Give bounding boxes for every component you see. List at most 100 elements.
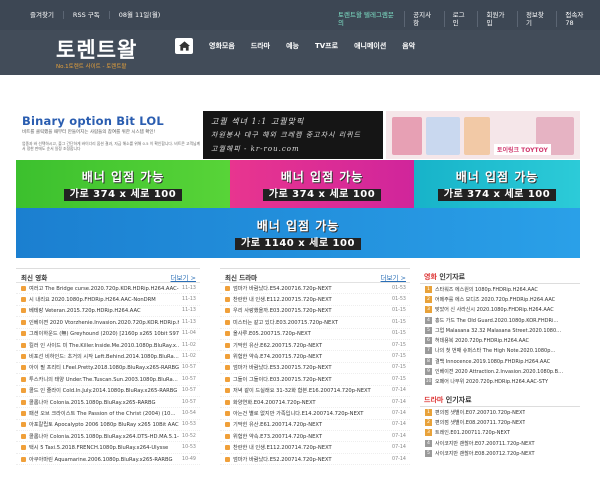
list-item[interactable]: 기막힌 유산.E61.200714.720p-NEXT 07-14 <box>220 420 410 432</box>
list-item-title[interactable]: 패션 오브 크라이스트 The Passion of the Christ (2… <box>29 410 179 417</box>
list-item-title[interactable]: 엄마가 바람났다.E52.200714.720p-NEXT <box>233 456 389 463</box>
ranked-item[interactable]: 8 결백 Innocence.2019.1080p.FHDRip.H264.AAC <box>420 356 580 366</box>
list-item[interactable]: 찬란한 내 인생.E112.200715.720p-NEXT 01-53 <box>220 294 410 306</box>
list-item[interactable]: 그레이하운드 (無) Greyhound (2020) [2160p x265 … <box>16 329 200 340</box>
latest-movies-more-link[interactable]: 더보기 > <box>171 272 196 282</box>
list-item[interactable]: 패션 오브 크라이스트 The Passion of the Christ (2… <box>16 408 200 420</box>
list-item-title[interactable]: 시 내리요 2020.1080p.FHDRip.H264.AAC-NonDRM <box>29 296 179 303</box>
ranked-item-title[interactable]: 나의 첫 번째 슈퍼스타 The High Note.2020.1080p… <box>435 347 555 354</box>
list-item-title[interactable]: 아이 필 프리티 I.Feel.Pretty.2018.1080p.BluRay… <box>29 364 179 371</box>
ranked-item-title[interactable]: 사이코지만 괜찮아.E07.200711.720p-NEXT <box>435 440 535 447</box>
list-item-title[interactable]: 엄마가 바람났다.E53.200715.720p-NEXT <box>233 364 389 371</box>
ranked-item-title[interactable]: 편의점 샛별이.E08.200711.720p-NEXT <box>435 419 525 426</box>
top-link-left[interactable]: 08월 11일(월) <box>110 11 170 19</box>
top-link-right[interactable]: 회원가입 <box>478 11 518 27</box>
list-item[interactable]: 엄마가 바람났다.E54.200716.720p-NEXT 01-53 <box>220 283 410 295</box>
ranked-item[interactable]: 4 사이코지만 괜찮아.E07.200711.720p-NEXT <box>420 438 580 448</box>
list-item[interactable]: 베테랑 Veteran.2015.720p.HDRip.H264.AAC 11-1… <box>16 306 200 318</box>
list-item[interactable]: 택시 5 Taxi.5.2018.FRENCH.1080p.BluRay.x26… <box>16 442 200 454</box>
ranked-item[interactable]: 2 편의점 샛별이.E08.200711.720p-NEXT <box>420 417 580 427</box>
ranked-item[interactable]: 10 오페어 나무위 2020.720p.HDRip.H264.AAC-STY <box>420 377 580 387</box>
list-item[interactable]: 저녁 같이 드실래요 31-32화 합본.E16.200714.720p-NEX… <box>220 386 410 397</box>
list-item-title[interactable]: 그레이하운드 (無) Greyhound (2020) [2160p x265 … <box>29 330 179 337</box>
list-item-title[interactable]: 찬란한 내 인생.E112.200715.720p-NEXT <box>233 296 389 303</box>
ranked-item-title[interactable]: 스타워즈 에스원의 1080p.FHDRip.H264.AAC <box>435 286 538 293</box>
list-item-title[interactable]: 여러고 The Bridge curse.2020.720p.KOR.HDRip… <box>29 285 179 292</box>
list-item[interactable]: 투스카니의 태양 Under.The.Tuscan.Sun.2003.1080p… <box>16 374 200 386</box>
ranked-item-title[interactable]: 홍드 가드 The Old Guard.2020.1080p.KOR.FHDRi… <box>435 317 558 324</box>
list-item[interactable]: 그들이 그들이다.E03.200715.720p-NEXT 07-15 <box>220 374 410 386</box>
list-item-title[interactable]: 아포칼립토 Apocalypto 2006 1080p BluRay x265 … <box>29 421 179 428</box>
list-item-title[interactable]: 택시 5 Taxi.5.2018.FRENCH.1080p.BluRay.x26… <box>29 444 179 451</box>
ranked-item[interactable]: 3 트레인.E01.200711.720p-NEXT <box>420 428 580 438</box>
site-logo[interactable]: 토렌트왈 <box>56 34 137 64</box>
list-item-title[interactable]: 위험한 약속.E73.200714.720p-NEXT <box>233 433 389 440</box>
home-button[interactable] <box>175 38 193 54</box>
list-item[interactable]: 킬러 인 사이드 미 The.Killer.Inside.Me.2010.108… <box>16 340 200 352</box>
ranked-item[interactable]: 5 사이코지만 괜찮아.E08.200712.720p-NEXT <box>420 448 580 458</box>
ranked-item[interactable]: 6 허데용복 2020.720p.FHDRip.H264.AAC <box>420 335 580 345</box>
nav-item[interactable]: 애니메이션 <box>354 38 386 54</box>
list-item-title[interactable]: 화양연화.E04.200714.720p-NEXT <box>233 399 389 406</box>
banner-slot-pink[interactable]: 배너 입점 가능 가로 374 x 세로 100 <box>230 160 414 208</box>
list-item-title[interactable]: 엄마가 바람났다.E54.200716.720p-NEXT <box>233 285 389 292</box>
list-item-title[interactable]: 찬란한 내 인생.E112.200714.720p-NEXT <box>233 444 389 451</box>
top-link-right[interactable]: 로그인 <box>445 11 479 27</box>
banner-slot-wide[interactable]: 배너 입점 가능 가로 1140 x 세로 100 <box>16 208 580 258</box>
ranked-item-title[interactable]: 인베이젼 2020 Attraction.2.Invasion.2020.108… <box>435 368 563 375</box>
list-item[interactable]: 콜롬나아 Colonia.2015.1080p.BluRay.x264.DTS-… <box>16 431 200 443</box>
banner-slot-teal[interactable]: 배너 입점 가능 가로 374 x 세로 100 <box>414 160 580 208</box>
list-item-title[interactable]: 콜롬나아 Colonia.2015.1080p.BluRay.x265-RARB… <box>29 399 179 406</box>
nav-item[interactable]: 음악 <box>402 38 415 54</box>
ranked-item[interactable]: 1 스타워즈 에스원의 1080p.FHDRip.H264.AAC <box>420 284 580 294</box>
list-item-title[interactable]: 투스카니의 태양 Under.The.Tuscan.Sun.2003.1080p… <box>29 376 179 383</box>
ranked-item-title[interactable]: 편의점 샛별이.E07.200710.720p-NEXT <box>435 409 525 416</box>
list-item-title[interactable]: 기막힌 유산.E62.200715.720p-NEXT <box>233 342 389 349</box>
list-item-title[interactable]: 인베이젼 2020 Vtorzhenie.Invasion.2020.720p.… <box>29 319 179 326</box>
list-item[interactable]: 위험한 약속.E73.200714.720p-NEXT 07-14 <box>220 431 410 443</box>
top-link-right[interactable]: 공지사항 <box>405 11 445 27</box>
ranked-item-title[interactable]: 사이코지만 괜찮아.E08.200712.720p-NEXT <box>435 450 535 457</box>
list-item[interactable]: 미스터는 같고 있다.E03.200715.720p-NEXT 01-15 <box>220 317 410 329</box>
list-item-title[interactable]: 아쿠아마린 Aquamarine.2006.1080p.BluRay.x265-… <box>29 456 179 463</box>
nav-item[interactable]: 드라마 <box>251 38 270 54</box>
list-item[interactable]: 화양연화.E04.200714.720p-NEXT 07-14 <box>220 397 410 409</box>
banner-slot-green[interactable]: 배너 입점 가능 가로 374 x 세로 100 <box>16 160 230 208</box>
list-item-title[interactable]: 미스터는 같고 있다.E03.200715.720p-NEXT <box>233 319 389 326</box>
ranked-item[interactable]: 5 그업 Malasana 32.32 Malasana Street.2020.… <box>420 325 580 335</box>
list-item-title[interactable]: 비포선 비하인드: 초거의 시작 Left.Behind.2014.1080p.… <box>29 353 179 360</box>
list-item[interactable]: 콜롬나아 Colonia.2015.1080p.BluRay.x265-RARB… <box>16 397 200 409</box>
list-item[interactable]: 콜드 인 줄라이 Cold.In.July.2014.1080p.BluRay.… <box>16 386 200 397</box>
top-link-left[interactable]: RSS 구독 <box>64 11 110 19</box>
top-link-right[interactable]: 접속자 78 <box>557 11 600 27</box>
list-item-title[interactable]: 아는건 별로 없지만 가족입니다.E14.200714.720p-NEXT <box>233 410 389 417</box>
ad-binary-option[interactable]: Binary option Bit LOL 비트를 클릭했을 때부터 만들어지는… <box>16 111 201 159</box>
ranked-item-title[interactable]: 트레인.E01.200711.720p-NEXT <box>435 429 510 436</box>
list-item-title[interactable]: 킬러 인 사이드 미 The.Killer.Inside.Me.2010.108… <box>29 342 179 349</box>
top-link-left[interactable]: 즐겨찾기 <box>30 11 64 19</box>
list-item[interactable]: 여러고 The Bridge curse.2020.720p.KOR.HDRip… <box>16 283 200 295</box>
ranked-item[interactable]: 3 맞았어 신 사라신시 2020.1080p.FHDRip.H264.AAC <box>420 305 580 315</box>
list-item[interactable]: 찬란한 내 인생.E112.200714.720p-NEXT 07-14 <box>220 442 410 454</box>
ranked-item[interactable]: 1 편의점 샛별이.E07.200710.720p-NEXT <box>420 407 580 417</box>
ranked-item-title[interactable]: 맞았어 신 사라신시 2020.1080p.FHDRip.H264.AAC <box>435 306 554 313</box>
list-item[interactable]: 엄마가 바람났다.E53.200715.720p-NEXT 07-15 <box>220 363 410 375</box>
list-item[interactable]: 기막힌 유산.E62.200715.720p-NEXT 07-15 <box>220 340 410 352</box>
list-item[interactable]: 아는건 별로 없지만 가족입니다.E14.200714.720p-NEXT 07-… <box>220 408 410 420</box>
list-item-title[interactable]: 우리 사랑했을까.E03.200715.720p-NEXT <box>233 307 389 314</box>
top-link-right[interactable]: 정보찾기 <box>518 11 558 27</box>
ranked-item[interactable]: 9 인베이젼 2020 Attraction.2.Invasion.2020.10… <box>420 366 580 376</box>
list-item-title[interactable]: 베테랑 Veteran.2015.720p.HDRip.H264.AAC <box>29 307 179 314</box>
ranked-item[interactable]: 4 홍드 가드 The Old Guard.2020.1080p.KOR.FHDR… <box>420 315 580 325</box>
ranked-item[interactable]: 2 어메주를 에스 모디즈 2020.720p.FHDRip.H264.AAC <box>420 294 580 304</box>
list-item-title[interactable]: 올사루.E05.200715.720p-NEXT <box>233 330 389 337</box>
latest-dramas-more-link[interactable]: 더보기 > <box>381 272 406 282</box>
list-item-title[interactable]: 기막힌 유산.E61.200714.720p-NEXT <box>233 421 389 428</box>
ad-toy-banner[interactable]: 토이링크 TOYTOY <box>386 111 580 159</box>
list-item-title[interactable]: 콜드 인 줄라이 Cold.In.July.2014.1080p.BluRay.… <box>29 387 179 394</box>
list-item-title[interactable]: 그들이 그들이다.E03.200715.720p-NEXT <box>233 376 389 383</box>
ranked-item-title[interactable]: 결백 Innocence.2019.1080p.FHDRip.H264.AAC <box>435 358 550 365</box>
list-item[interactable]: 인베이젼 2020 Vtorzhenie.Invasion.2020.720p.… <box>16 317 200 329</box>
ranked-item-title[interactable]: 어메주를 에스 모디즈 2020.720p.FHDRip.H264.AAC <box>435 296 555 303</box>
ranked-item-title[interactable]: 그업 Malasana 32.32 Malasana Street.2020.1… <box>435 327 561 334</box>
